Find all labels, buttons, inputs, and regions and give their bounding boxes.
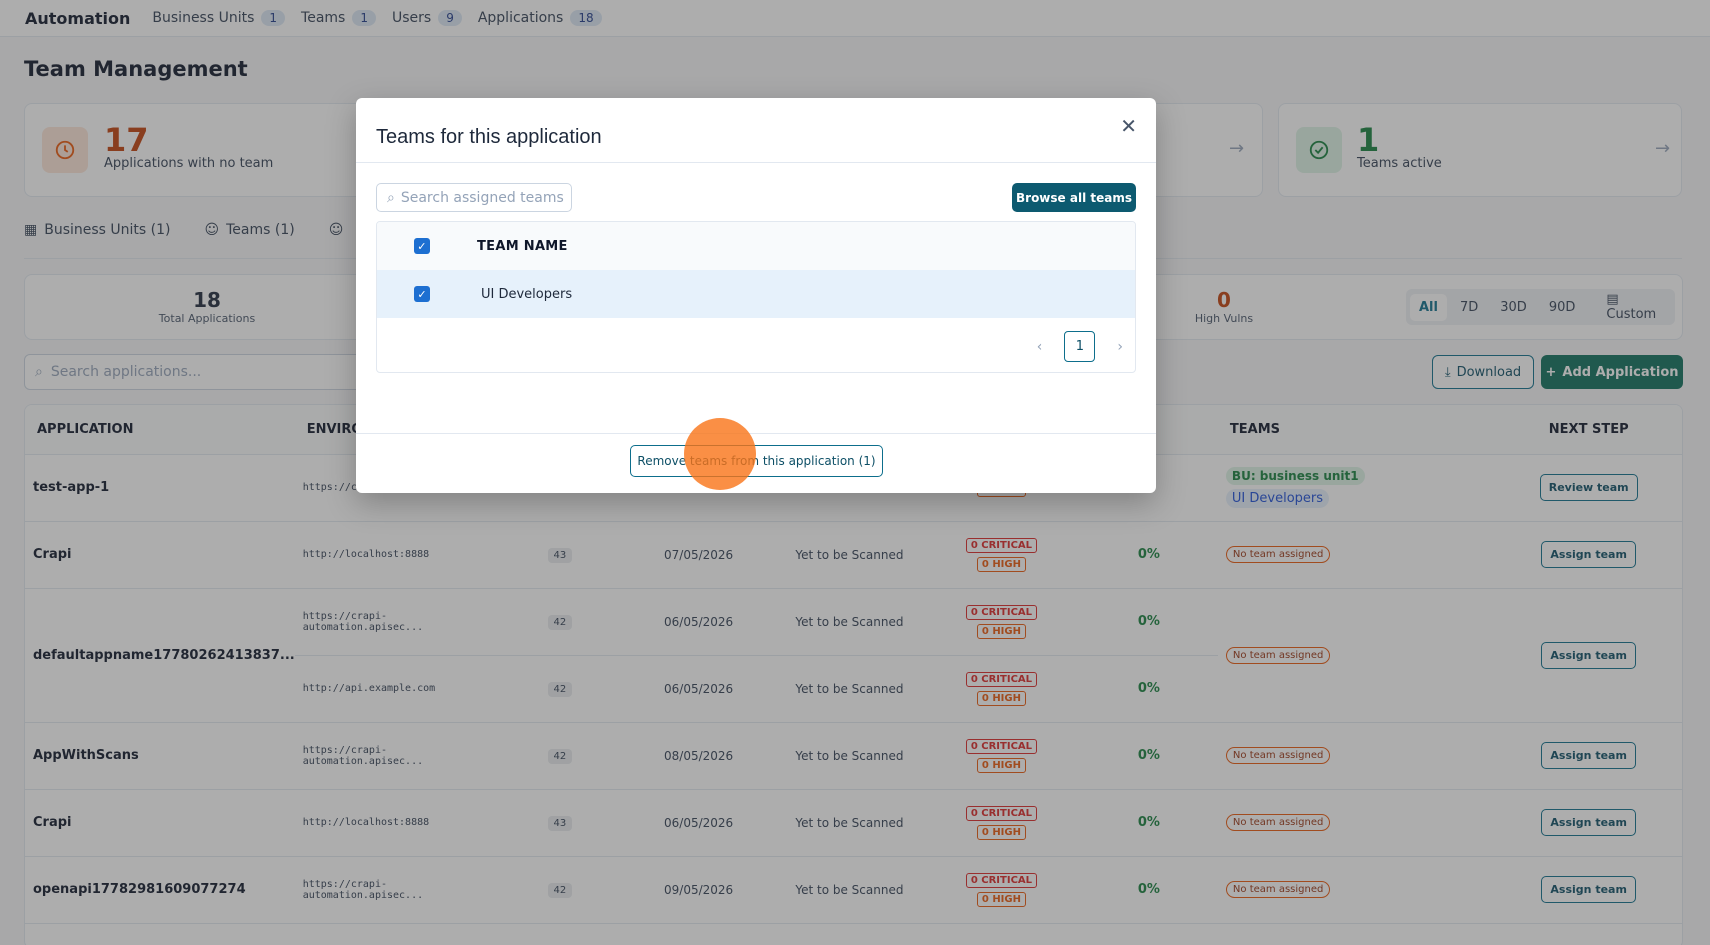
team-row[interactable]: ✓ UI Developers xyxy=(377,270,1135,318)
team-name: UI Developers xyxy=(481,286,573,302)
chevron-left-icon[interactable]: ‹ xyxy=(1037,339,1043,355)
modal-header: Teams for this application ✕ xyxy=(356,98,1156,163)
modal-footer: Remove teams from this application (1) xyxy=(356,433,1156,493)
page-number-button[interactable]: 1 xyxy=(1064,331,1096,362)
pagination: ‹ 1 › xyxy=(1037,331,1123,362)
remove-teams-button[interactable]: Remove teams from this application (1) xyxy=(630,445,883,477)
chevron-right-icon[interactable]: › xyxy=(1117,339,1123,355)
browse-all-teams-button[interactable]: Browse all teams xyxy=(1012,183,1136,212)
search-icon: ⌕ xyxy=(387,189,395,206)
table-header-row: ✓ TEAM NAME xyxy=(377,222,1135,270)
assigned-teams-table: ✓ TEAM NAME ✓ UI Developers ‹ 1 › xyxy=(376,221,1136,373)
click-indicator xyxy=(684,418,756,490)
modal-title: Teams for this application xyxy=(376,126,602,148)
row-checkbox[interactable]: ✓ xyxy=(414,286,430,302)
close-icon[interactable]: ✕ xyxy=(1120,114,1137,138)
search-assigned-teams-input[interactable]: ⌕ Search assigned teams xyxy=(376,183,572,212)
col-team-name: TEAM NAME xyxy=(477,238,568,254)
select-all-checkbox[interactable]: ✓ xyxy=(414,238,430,254)
search-placeholder: Search assigned teams xyxy=(400,189,564,206)
teams-modal: Teams for this application ✕ ⌕ Search as… xyxy=(356,98,1156,493)
